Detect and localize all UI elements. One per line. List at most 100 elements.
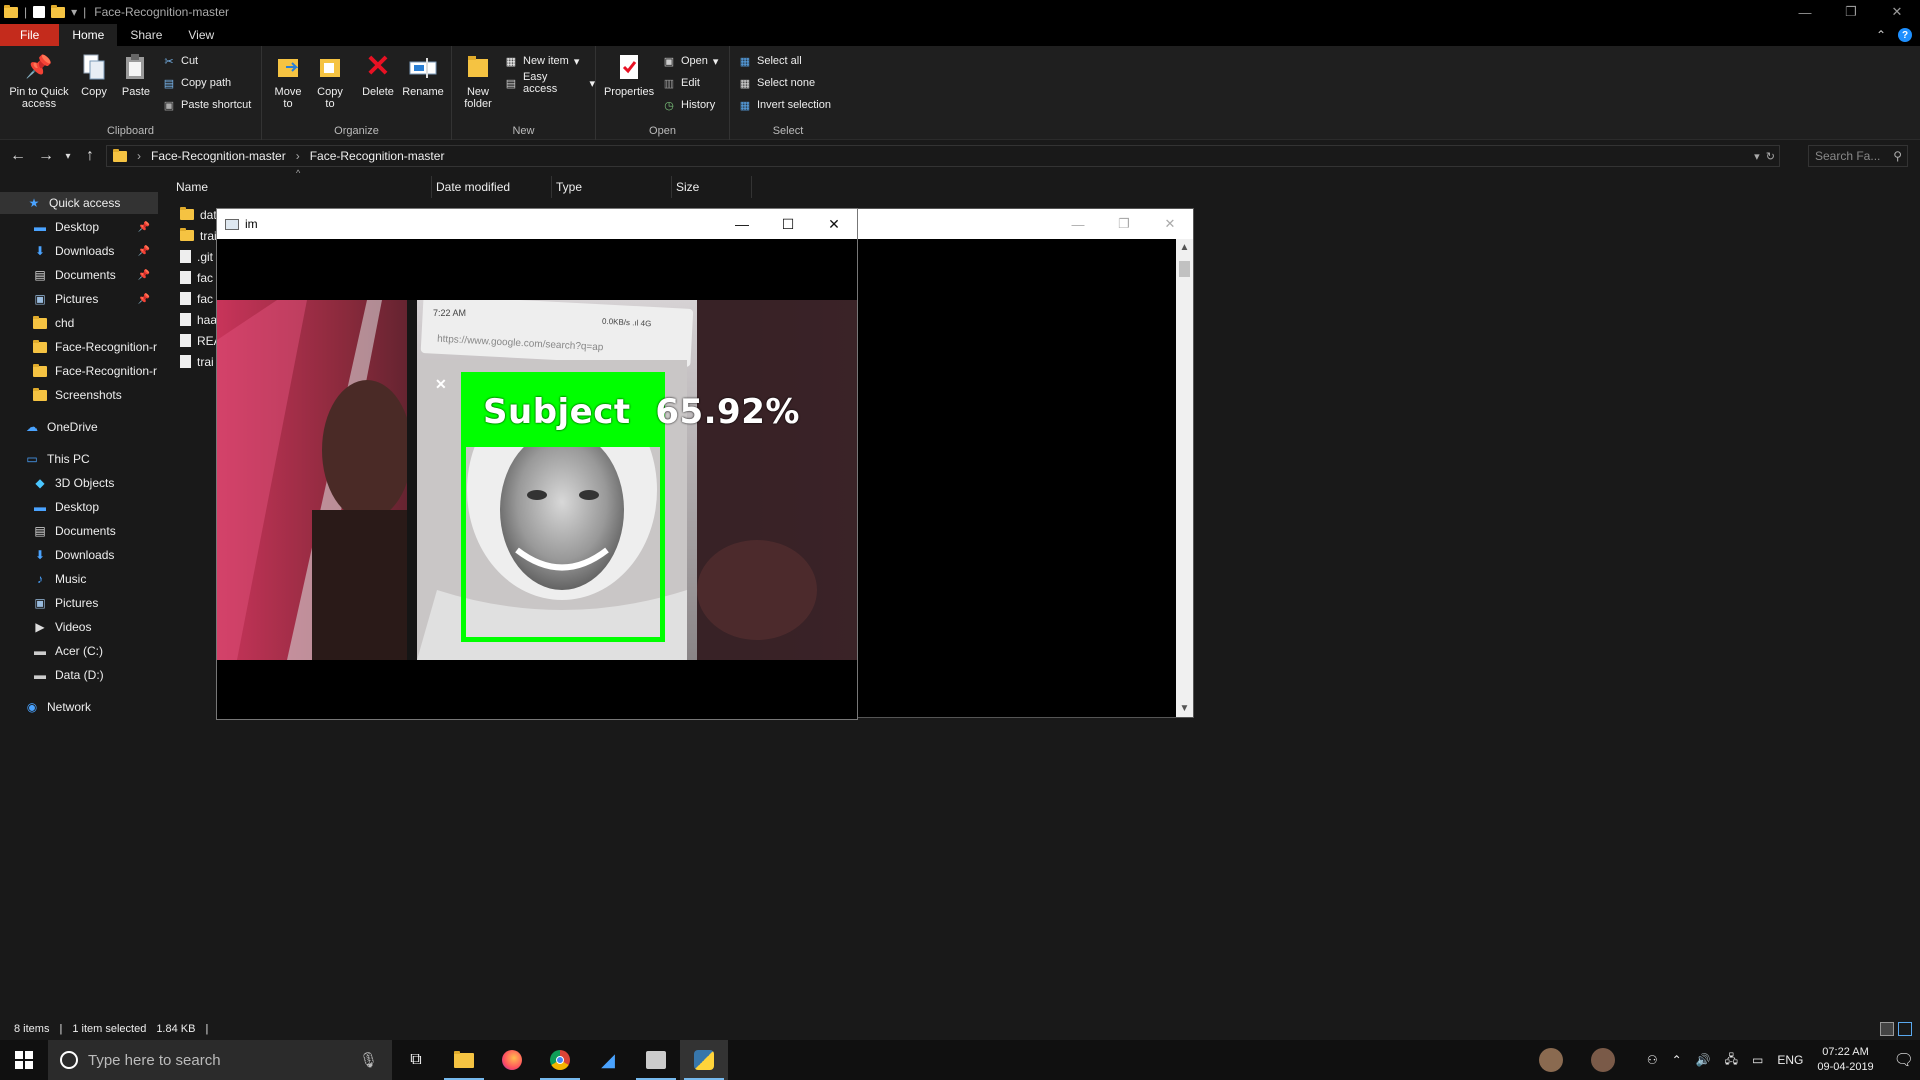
network-icon[interactable]: 🖧 (1725, 1050, 1738, 1071)
nav-item[interactable]: ◆ 3D Objects (0, 472, 158, 494)
minimize-button[interactable]: — (1782, 0, 1828, 24)
scroll-down-icon[interactable]: ▼ (1176, 703, 1193, 714)
cut-button[interactable]: ✂ Cut (162, 52, 198, 70)
people-icon[interactable]: ⚇ (1647, 1053, 1658, 1067)
tab-file[interactable]: File (0, 24, 60, 46)
vertical-scrollbar[interactable]: ▲ ▼ (1176, 239, 1193, 717)
nav-item[interactable]: ▬ Desktop (0, 496, 158, 518)
nav-item[interactable]: ▬ Data (D:) (0, 664, 158, 686)
file-row[interactable]: trai (180, 225, 217, 246)
nav-item[interactable]: ▬ Desktop 📌 (0, 216, 158, 238)
battery-icon[interactable]: ▭ (1752, 1053, 1763, 1067)
file-row[interactable]: fac (180, 288, 213, 309)
minimize-button[interactable]: — (719, 209, 765, 239)
nav-item[interactable]: ▣ Pictures 📌 (0, 288, 158, 310)
scroll-up-icon[interactable]: ▲ (1176, 242, 1193, 253)
chevron-up-icon[interactable]: ⌃ (1672, 1053, 1682, 1067)
tab-home[interactable]: Home (59, 24, 118, 46)
close-button[interactable]: ✕ (811, 209, 857, 239)
nav-item[interactable]: chd (0, 312, 158, 334)
nav-item[interactable]: ★ Quick access (0, 192, 158, 214)
language-indicator[interactable]: ENG (1777, 1053, 1803, 1067)
taskbar-app-python[interactable] (632, 1040, 680, 1080)
taskbar-file-explorer[interactable] (440, 1040, 488, 1080)
nav-item[interactable]: ☁ OneDrive (0, 416, 158, 438)
taskbar-app-blue[interactable]: ◢ (584, 1040, 632, 1080)
copy-button[interactable]: Copy (76, 52, 112, 98)
refresh-icon[interactable]: ▾ ↻ (1754, 150, 1775, 163)
forward-arrow-icon[interactable]: → (32, 147, 60, 165)
close-button[interactable]: ✕ (1874, 0, 1920, 24)
nav-item[interactable]: ▣ Pictures (0, 592, 158, 614)
maximize-button[interactable]: ❐ (1101, 216, 1147, 232)
rename-button[interactable]: Rename (400, 52, 446, 98)
file-row[interactable]: fac (180, 267, 213, 288)
move-to-button[interactable]: Move to (270, 52, 306, 110)
nav-item[interactable]: ⬇ Downloads (0, 544, 158, 566)
easy-access-button[interactable]: ▤ Easy access ▾ (504, 71, 595, 95)
paste-shortcut-button[interactable]: ▣ Paste shortcut (162, 96, 252, 114)
edit-button[interactable]: ▥ Edit (662, 74, 700, 92)
file-row[interactable]: haa (180, 309, 217, 330)
new-folder-qa-icon[interactable] (51, 4, 66, 18)
delete-button[interactable]: ✕ Delete (358, 52, 398, 99)
maximize-button[interactable]: ☐ (765, 209, 811, 239)
clock[interactable]: 07:22 AM 09-04-2019 (1817, 1045, 1873, 1075)
nav-item[interactable]: ◉ Network (0, 696, 158, 718)
column-date-modified[interactable]: Date modified (432, 176, 552, 198)
history-button[interactable]: ◷ History (662, 96, 715, 114)
minimize-button[interactable]: — (1055, 217, 1101, 232)
microphone-icon[interactable]: 🎙 (359, 1051, 378, 1069)
large-icons-view-icon[interactable] (1898, 1022, 1912, 1036)
volume-icon[interactable]: 🔊 (1696, 1053, 1711, 1067)
qa-dropdown-icon[interactable]: ▾ (71, 5, 77, 19)
paste-button[interactable]: Paste (118, 52, 154, 98)
column-name[interactable]: Name (172, 176, 432, 198)
address-bar[interactable]: › Face-Recognition-master › Face-Recogni… (106, 145, 1780, 167)
nav-item[interactable]: ▤ Documents (0, 520, 158, 542)
help-icon[interactable]: ? (1898, 28, 1912, 42)
nav-item[interactable]: Face-Recognition-r (0, 360, 158, 382)
new-folder-button[interactable]: New folder (458, 52, 498, 110)
new-item-button[interactable]: ▦ New item ▾ (504, 52, 580, 70)
tab-share[interactable]: Share (117, 24, 175, 46)
select-all-button[interactable]: ▦ Select all (738, 52, 802, 70)
file-row[interactable]: trai (180, 351, 214, 372)
contact-avatar[interactable] (1590, 1048, 1615, 1072)
breadcrumb-item[interactable]: Face-Recognition-master (151, 149, 286, 163)
scroll-thumb[interactable] (1179, 261, 1190, 277)
nav-item[interactable]: ▭ This PC (0, 448, 158, 470)
select-none-button[interactable]: ▦ Select none (738, 74, 815, 92)
nav-item[interactable]: ▶ Videos (0, 616, 158, 638)
taskbar-app-im[interactable] (680, 1040, 728, 1080)
open-button[interactable]: ▣ Open ▾ (662, 52, 719, 70)
taskbar-search-box[interactable]: Type here to search 🎙 (48, 1040, 392, 1080)
taskbar-chrome[interactable] (536, 1040, 584, 1080)
notification-icon[interactable]: 🗨 (1894, 1050, 1914, 1070)
up-arrow-icon[interactable]: ↑ (76, 147, 104, 165)
column-type[interactable]: Type (552, 176, 672, 198)
column-size[interactable]: Size (672, 176, 752, 198)
collapse-ribbon-icon[interactable]: ⌃ (1876, 28, 1886, 42)
taskbar-firefox[interactable] (488, 1040, 536, 1080)
properties-qa-icon[interactable] (33, 6, 46, 18)
nav-item[interactable]: ⬇ Downloads 📌 (0, 240, 158, 262)
properties-button[interactable]: Properties (604, 52, 654, 98)
file-row[interactable]: dat (180, 204, 217, 225)
search-input[interactable]: Search Fa... ⚲ (1808, 145, 1908, 167)
nav-item[interactable]: Face-Recognition-r (0, 336, 158, 358)
back-arrow-icon[interactable]: ← (4, 147, 32, 165)
copy-to-button[interactable]: Copy to (312, 52, 348, 110)
nav-item[interactable]: ▤ Documents 📌 (0, 264, 158, 286)
invert-selection-button[interactable]: ▦ Invert selection (738, 96, 831, 114)
recent-locations-icon[interactable]: ▾ (60, 151, 76, 162)
close-button[interactable]: ✕ (1147, 216, 1193, 232)
task-view-button[interactable]: ⧉ (392, 1040, 440, 1080)
contact-avatar[interactable] (1538, 1048, 1563, 1072)
nav-item[interactable]: Screenshots (0, 384, 158, 406)
details-view-icon[interactable] (1880, 1022, 1894, 1036)
pin-quick-access-button[interactable]: 📌 Pin to Quick access (6, 52, 72, 111)
start-button[interactable] (0, 1051, 48, 1069)
copy-path-button[interactable]: ▤ Copy path (162, 74, 231, 92)
maximize-button[interactable]: ❐ (1828, 0, 1874, 24)
